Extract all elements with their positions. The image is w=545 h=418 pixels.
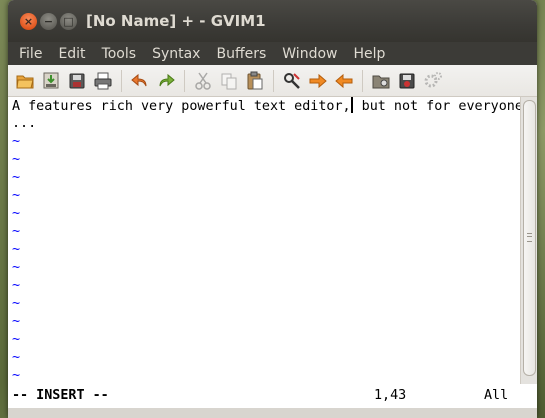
copy-icon[interactable] <box>216 68 242 94</box>
menu-help[interactable]: Help <box>345 46 393 62</box>
empty-line-tilde: ~ <box>12 188 21 203</box>
empty-line-tilde: ~ <box>12 242 21 257</box>
empty-line-tilde: ~ <box>12 368 21 383</box>
load-session-icon[interactable] <box>368 68 394 94</box>
paste-icon[interactable] <box>242 68 268 94</box>
line-text-before-cursor: A features rich very powerful text edito… <box>12 99 351 114</box>
empty-line-tilde: ~ <box>12 296 21 311</box>
empty-line-tilde: ~ <box>12 206 21 221</box>
find-next-icon[interactable] <box>305 68 331 94</box>
print-icon[interactable] <box>90 68 116 94</box>
empty-line-tilde: ~ <box>12 170 21 185</box>
toolbar-separator <box>362 69 363 92</box>
empty-line-tilde: ~ <box>12 152 21 167</box>
text-editor-area[interactable]: A features rich very powerful text edito… <box>8 97 520 384</box>
menu-tools[interactable]: Tools <box>94 46 145 62</box>
empty-line-tilde: ~ <box>12 260 21 275</box>
window-controls: × − □ <box>20 13 77 30</box>
status-line: -- INSERT -- 1,43 All <box>8 384 537 408</box>
title-bar[interactable]: × − □ [No Name] + - GVIM1 <box>8 0 537 42</box>
scroll-position: All <box>484 388 509 403</box>
minimize-button[interactable]: − <box>40 13 57 30</box>
menu-file[interactable]: File <box>8 46 50 62</box>
editor-line-2[interactable]: ... <box>8 115 520 133</box>
window-title: [No Name] + - GVIM1 <box>86 12 266 30</box>
toolbar-separator <box>273 69 274 92</box>
save-session-icon[interactable] <box>394 68 420 94</box>
redo-icon[interactable] <box>153 68 179 94</box>
text-cursor <box>350 97 353 113</box>
gvim-window: × − □ [No Name] + - GVIM1 File Edit Tool… <box>8 0 537 418</box>
toolbar-separator <box>121 69 122 92</box>
find-replace-icon[interactable] <box>279 68 305 94</box>
menu-buffers[interactable]: Buffers <box>208 46 274 62</box>
empty-line-tilde: ~ <box>12 314 21 329</box>
toolbar <box>8 65 537 97</box>
empty-line-tilde: ~ <box>12 224 21 239</box>
cut-icon[interactable] <box>190 68 216 94</box>
scrollbar-thumb[interactable] <box>523 100 536 376</box>
find-previous-icon[interactable] <box>331 68 357 94</box>
menu-bar: File Edit Tools Syntax Buffers Window He… <box>8 42 537 65</box>
vertical-scrollbar[interactable] <box>520 97 537 384</box>
empty-line-tilde: ~ <box>12 350 21 365</box>
maximize-button[interactable]: □ <box>60 13 77 30</box>
grip-icon <box>527 233 532 242</box>
empty-lines: ~ ~ ~ ~ ~ ~ ~ ~ ~ ~ ~ ~ ~ ~ <box>8 133 520 384</box>
open-file-icon[interactable] <box>12 68 38 94</box>
cursor-position: 1,43 <box>374 388 407 403</box>
menu-syntax[interactable]: Syntax <box>144 46 208 62</box>
run-script-icon[interactable] <box>420 68 446 94</box>
mode-indicator: -- INSERT -- <box>12 388 109 403</box>
window-bottom-edge <box>8 408 537 418</box>
save-icon[interactable] <box>38 68 64 94</box>
toolbar-separator <box>184 69 185 92</box>
save-all-icon[interactable] <box>64 68 90 94</box>
menu-window[interactable]: Window <box>274 46 345 62</box>
menu-edit[interactable]: Edit <box>50 46 93 62</box>
empty-line-tilde: ~ <box>12 332 21 347</box>
close-button[interactable]: × <box>20 13 37 30</box>
undo-icon[interactable] <box>127 68 153 94</box>
line-text-after-cursor: but not for everyone <box>353 99 520 114</box>
empty-line-tilde: ~ <box>12 134 21 149</box>
editor-line-1[interactable]: A features rich very powerful text edito… <box>8 97 520 115</box>
empty-line-tilde: ~ <box>12 278 21 293</box>
